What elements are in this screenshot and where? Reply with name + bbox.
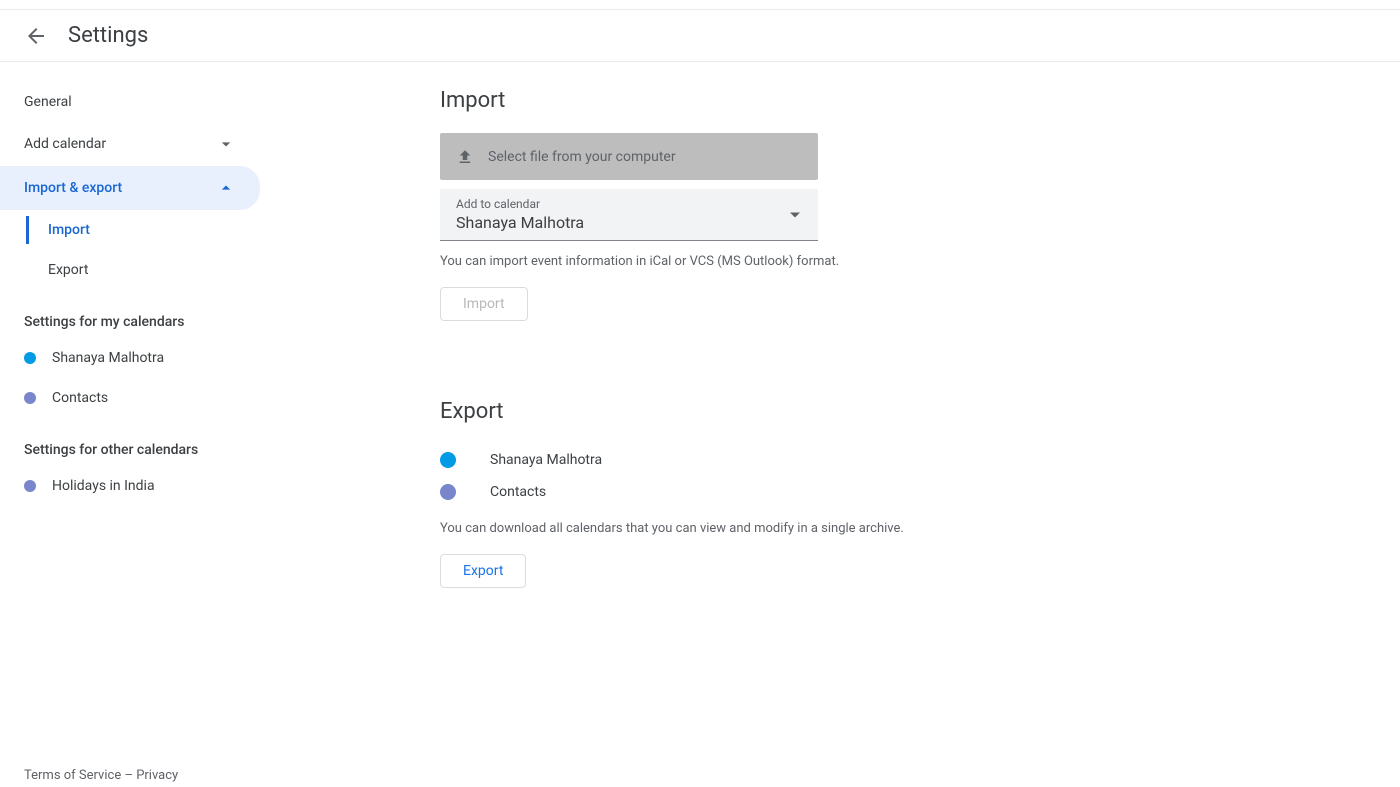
dropdown-arrow-icon <box>790 212 800 217</box>
sidebar-calendar-item[interactable]: Holidays in India <box>0 466 260 506</box>
calendar-color-dot <box>24 392 36 404</box>
footer-separator: – <box>121 768 136 783</box>
back-arrow-icon[interactable] <box>24 24 48 48</box>
calendar-name: Contacts <box>490 484 546 500</box>
sidebar-calendar-item[interactable]: Contacts <box>0 378 260 418</box>
select-file-label: Select file from your computer <box>488 149 676 165</box>
sidebar-item-import-export[interactable]: Import & export <box>0 166 260 210</box>
calendar-name: Shanaya Malhotra <box>52 350 164 366</box>
calendar-color-dot <box>440 452 456 468</box>
export-section-title: Export <box>440 399 1400 424</box>
import-help-text: You can import event information in iCal… <box>440 254 1400 269</box>
sidebar-header-other-calendars: Settings for other calendars <box>0 418 260 466</box>
footer: Terms of Service – Privacy <box>24 768 178 787</box>
sidebar-label: Add calendar <box>24 136 106 152</box>
settings-header: Settings <box>0 10 1400 62</box>
export-help-text: You can download all calendars that you … <box>440 521 1400 536</box>
import-section-title: Import <box>440 88 1400 113</box>
chevron-up-icon <box>216 178 236 198</box>
sidebar-subitem-import[interactable]: Import <box>0 210 260 250</box>
calendar-name: Contacts <box>52 390 108 406</box>
sidebar-label: Export <box>48 262 88 278</box>
calendar-color-dot <box>24 352 36 364</box>
upload-icon <box>456 148 474 166</box>
privacy-link[interactable]: Privacy <box>136 768 178 783</box>
settings-sidebar: General Add calendar Import & export Imp… <box>0 82 260 588</box>
select-label: Add to calendar <box>456 197 804 211</box>
terms-link[interactable]: Terms of Service <box>24 768 121 783</box>
export-calendar-item: Contacts <box>440 476 1400 508</box>
select-value: Shanaya Malhotra <box>456 213 804 232</box>
calendar-color-dot <box>24 480 36 492</box>
sidebar-subitem-export[interactable]: Export <box>0 250 260 290</box>
export-button[interactable]: Export <box>440 554 526 588</box>
page-title: Settings <box>68 23 148 48</box>
add-to-calendar-select[interactable]: Add to calendar Shanaya Malhotra <box>440 189 818 241</box>
calendar-name: Holidays in India <box>52 478 155 494</box>
select-file-button[interactable]: Select file from your computer <box>440 133 818 180</box>
sidebar-label: General <box>24 94 72 110</box>
sidebar-item-add-calendar[interactable]: Add calendar <box>0 122 260 166</box>
sidebar-header-my-calendars: Settings for my calendars <box>0 290 260 338</box>
sidebar-calendar-item[interactable]: Shanaya Malhotra <box>0 338 260 378</box>
export-calendar-item: Shanaya Malhotra <box>440 444 1400 476</box>
sidebar-item-general[interactable]: General <box>0 82 260 122</box>
sidebar-label: Import & export <box>24 180 122 196</box>
chevron-down-icon <box>216 134 236 154</box>
calendar-color-dot <box>440 484 456 500</box>
main-content: Import Select file from your computer Ad… <box>260 82 1400 588</box>
import-button[interactable]: Import <box>440 287 528 321</box>
sidebar-label: Import <box>48 222 90 238</box>
calendar-name: Shanaya Malhotra <box>490 452 602 468</box>
